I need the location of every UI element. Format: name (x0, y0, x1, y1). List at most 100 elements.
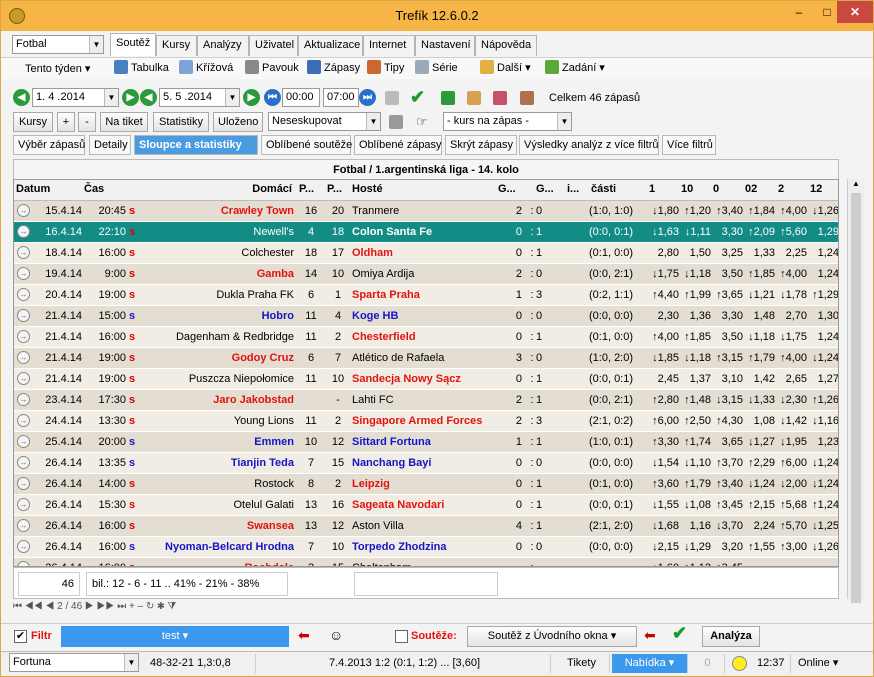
asterisk-icon[interactable]: ✱ (157, 601, 164, 612)
next-date-to-icon[interactable]: ▶ (243, 89, 260, 106)
soutez-checkbox[interactable] (395, 630, 408, 643)
analyza-button[interactable]: Analýza (702, 626, 760, 647)
subtab-5[interactable]: Skrýt zápasy (445, 135, 517, 155)
subtab-7[interactable]: Více filtrů (662, 135, 716, 155)
table-row[interactable]: → 20.4.14 19:00 s Dukla Praha FK 6 1 Sparta Pra… (14, 285, 838, 306)
column-header-1[interactable]: Čas (84, 183, 104, 195)
tabulka-button[interactable]: Tabulka (114, 58, 169, 78)
calendar-icon[interactable] (385, 91, 399, 105)
first-page-icon[interactable]: ⏮ (13, 601, 22, 612)
menu-tab-2[interactable]: Analýzy (197, 35, 249, 56)
online-dropdown[interactable]: Online ▾ (794, 654, 862, 673)
pavouk-button[interactable]: Pavouk (245, 58, 299, 78)
last-page-icon[interactable]: ⏭ (117, 601, 126, 612)
column-header-10[interactable]: 1 (649, 183, 655, 195)
table-row[interactable]: → 18.4.14 16:00 s Colchester 18 17 Oldham 0:1 (0:… (14, 243, 838, 264)
confirm-check-icon[interactable]: ✔ (410, 87, 425, 108)
time-prev-icon[interactable]: ⏮ (264, 89, 281, 106)
column-header-15[interactable]: 12 (810, 183, 822, 195)
menu-tab-7[interactable]: Nápověda (475, 35, 537, 56)
soutez-dropdown[interactable]: Soutěž z Úvodního okna ▾ (467, 626, 637, 647)
column-header-14[interactable]: 2 (778, 183, 784, 195)
menu-tab-0[interactable]: Soutěž (110, 33, 156, 56)
time-next-icon[interactable]: ⏭ (359, 89, 376, 106)
menu-tab-3[interactable]: Uživatel (249, 35, 298, 56)
table-row[interactable]: → 26.4.14 13:35 s Tianjin Teda 7 15 Nanchang Ba… (14, 453, 838, 474)
column-header-4[interactable]: P... (327, 183, 342, 195)
table-row[interactable]: → 21.4.14 19:00 s Godoy Cruz 6 7 Atlético de Ra… (14, 348, 838, 369)
column-header-5[interactable]: Hosté (352, 183, 383, 195)
table-row[interactable]: → 24.4.14 13:30 s Young Lions 11 2 Singapore Ar… (14, 411, 838, 432)
menu-tab-1[interactable]: Kursy (156, 35, 197, 56)
table-row[interactable]: → 21.4.14 15:00 s Hobro 11 4 Koge HB 0:0 (0:0, 0:… (14, 306, 838, 327)
prev-date-to-icon[interactable]: ◀ (140, 89, 157, 106)
filter-select[interactable]: test ▾ (61, 626, 289, 647)
filter-icon[interactable]: ⧩ (167, 601, 176, 612)
kursy-button[interactable]: Kursy (13, 112, 53, 132)
table-row[interactable]: → 16.4.14 22:10 s Newell's 4 18 Colon Santa Fe 0… (14, 222, 838, 243)
report-icon[interactable] (493, 91, 507, 105)
vertical-scrollbar[interactable]: ▲ (847, 179, 864, 603)
tipy-button[interactable]: Tipy (367, 58, 404, 78)
krizova-button[interactable]: Křížová (179, 58, 233, 78)
person-icon[interactable]: ☺ (329, 627, 343, 643)
column-header-9[interactable]: části (591, 183, 616, 195)
pointing-hand-icon[interactable]: ☞ (416, 114, 428, 130)
next-date-icon[interactable]: ▶ (122, 89, 139, 106)
column-header-0[interactable]: Datum (16, 183, 50, 195)
table-row[interactable]: → 15.4.14 20:45 s Crawley Town 16 20 Tranmere 2:… (14, 201, 838, 222)
subtab-2[interactable]: Sloupce a statistiky (134, 135, 258, 155)
remove-button[interactable]: - (78, 112, 96, 132)
excel-icon[interactable] (441, 91, 455, 105)
prev-icon[interactable]: ◀ (45, 601, 54, 612)
statistiky-button[interactable]: Statistiky (153, 112, 209, 132)
table-row[interactable]: → 21.4.14 16:00 s Dagenham & Redbridge 11 2 Che… (14, 327, 838, 348)
period-dropdown[interactable]: Tento týden ▾ (25, 59, 90, 79)
column-header-11[interactable]: 10 (681, 183, 693, 195)
delete-record-icon[interactable]: – (138, 601, 144, 612)
column-header-13[interactable]: 02 (745, 183, 757, 195)
prev-date-icon[interactable]: ◀ (13, 89, 30, 106)
table-row[interactable]: → 26.4.14 15:30 s Otelul Galati 13 16 Sageata N… (14, 495, 838, 516)
column-header-12[interactable]: 0 (713, 183, 719, 195)
filter-checkbox[interactable]: ✔ (14, 630, 27, 643)
sport-select[interactable]: Fotbal ▼ (12, 35, 104, 54)
next-icon[interactable]: ▶ (85, 601, 94, 612)
export-icon[interactable] (389, 115, 403, 129)
table-row[interactable]: → 19.4.14 9:00 s Gamba 14 10 Omiya Ardija 2:0 (0:… (14, 264, 838, 285)
table-row[interactable]: → 25.4.14 20:00 s Emmen 10 12 Sittard Fortuna 1:… (14, 432, 838, 453)
tikety-button[interactable]: Tikety (554, 654, 610, 673)
minimize-button[interactable]: – (785, 1, 813, 23)
table-row[interactable]: → 21.4.14 19:00 s Puszcza Niepołomice 11 10 San… (14, 369, 838, 390)
subtab-1[interactable]: Detaily (89, 135, 131, 155)
search-tool-icon[interactable] (520, 91, 534, 105)
serie-button[interactable]: Série (415, 58, 458, 78)
menu-tab-5[interactable]: Internet (363, 35, 415, 56)
apply-check-icon[interactable]: ✔ (672, 623, 687, 644)
subtab-4[interactable]: Oblíbené zápasy (354, 135, 442, 155)
profile-select[interactable]: Fortuna ▼ (9, 653, 139, 672)
column-header-7[interactable]: G... (536, 183, 554, 195)
add-record-icon[interactable]: + (129, 601, 135, 612)
date-to-field[interactable]: 5. 5 .2014 ▼ (159, 88, 240, 107)
scroll-thumb[interactable] (851, 193, 861, 603)
group-select[interactable]: Neseskupovat ▼ (268, 112, 381, 131)
add-button[interactable]: + (57, 112, 75, 132)
refresh-icon[interactable]: ↻ (146, 601, 154, 612)
subtab-6[interactable]: Výsledky analýz z více filtrů (519, 135, 659, 155)
subtab-3[interactable]: Oblíbené soutěže (261, 135, 352, 155)
table-row[interactable]: → 26.4.14 14:00 s Rostock 8 2 Leipzig 0:1 (0:1, 0… (14, 474, 838, 495)
na-tiket-button[interactable]: Na tiket (100, 112, 148, 132)
prev-page-icon[interactable]: ◀◀ (25, 601, 43, 612)
table-row[interactable]: → 23.4.14 17:30 s Jaro Jakobstad - Lahti FC 2:1… (14, 390, 838, 411)
menu-tab-4[interactable]: Aktualizace (298, 35, 363, 56)
column-header-3[interactable]: P... (299, 183, 314, 195)
table-row[interactable]: → 26.4.14 16:00 s Swansea 13 12 Aston Villa 4:1(… (14, 516, 838, 537)
hand-icon[interactable] (467, 91, 481, 105)
zapasy-button[interactable]: Zápasy (307, 58, 360, 78)
column-header-6[interactable]: G... (498, 183, 516, 195)
close-button[interactable]: ✕ (837, 1, 873, 23)
next-page-icon[interactable]: ▶▶ (97, 601, 115, 612)
table-row[interactable]: →26.4.1416:00sRochdale315Cheltenham:↓1,6… (14, 558, 838, 566)
ulozeno-button[interactable]: Uloženo (213, 112, 263, 132)
